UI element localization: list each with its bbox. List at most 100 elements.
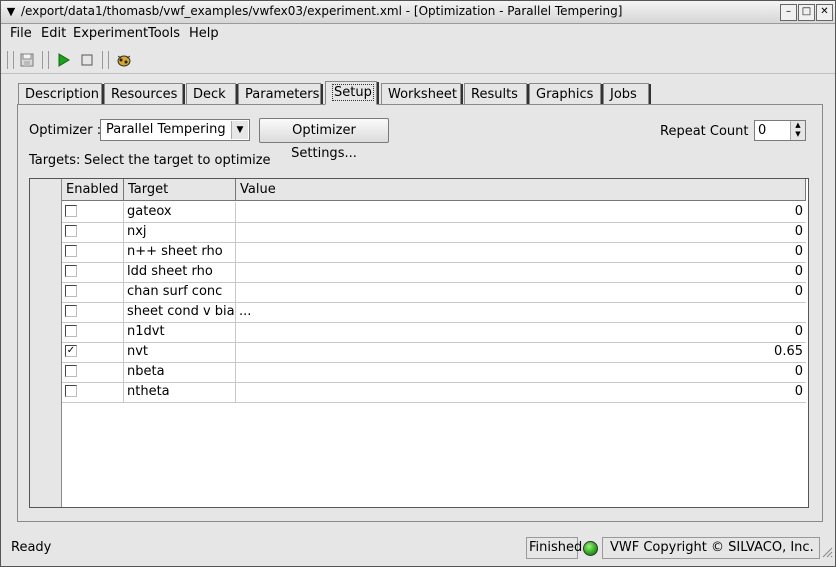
enabled-checkbox[interactable] [65,205,77,217]
enabled-cell [62,242,124,262]
target-cell[interactable]: n1dvt [124,322,236,342]
enabled-cell [62,302,124,322]
optimizer-label: Optimizer : [29,123,102,138]
target-cell[interactable]: n++ sheet rho [124,242,236,262]
debug-bug-icon[interactable] [115,52,133,68]
resize-grip-icon[interactable] [821,546,833,558]
menu-bar: File Edit Experiment Tools Help [1,24,835,46]
toolbar [1,47,835,74]
title-bar[interactable]: ▼ /export/data1/thomasb/vwf_examples/vwf… [1,1,835,24]
save-icon[interactable] [19,52,37,68]
chevron-down-icon[interactable]: ▼ [231,121,248,139]
targets-label: Targets: [29,153,81,168]
value-cell[interactable]: 0 [236,282,806,302]
table-row[interactable]: gateox 0 [62,202,806,223]
enabled-cell [62,382,124,402]
tab-setup[interactable]: Setup [325,81,379,105]
enabled-checkbox[interactable] [65,385,77,397]
table-row[interactable]: ntheta 0 [62,382,806,403]
table-row[interactable]: n1dvt 0 [62,322,806,343]
repeat-count-stepper[interactable]: 0 ▲ ▼ [754,120,806,141]
table-row[interactable]: sheet cond v bias... [62,302,806,323]
table-row[interactable]: n++ sheet rho 0 [62,242,806,263]
target-cell[interactable]: nvt [124,342,236,362]
target-cell[interactable]: sheet cond v bias [124,302,236,322]
toolbar-grip[interactable] [7,51,14,69]
menu-experiment[interactable]: Experiment [73,26,148,41]
table-row[interactable]: chan surf conc 0 [62,282,806,303]
tab-parameters[interactable]: Parameters [238,83,323,106]
target-cell[interactable]: ldd sheet rho [124,262,236,282]
enabled-checkbox[interactable] [65,305,77,317]
application-window: ▼ /export/data1/thomasb/vwf_examples/vwf… [0,0,836,567]
value-cell[interactable]: 0 [236,362,806,382]
repeat-count-label: Repeat Count : [660,124,758,139]
value-cell[interactable]: ... [236,302,806,322]
table-row[interactable]: nxj 0 [62,222,806,243]
target-cell[interactable]: nbeta [124,362,236,382]
value-cell[interactable]: 0 [236,242,806,262]
copyright-text: VWF Copyright © SILVACO, Inc. [602,537,820,559]
target-cell[interactable]: ntheta [124,382,236,402]
targets-hint: Select the target to optimize [84,153,271,168]
optimizer-select-value: Parallel Tempering [106,122,226,137]
column-header-enabled[interactable]: Enabled [62,179,124,201]
enabled-checkbox[interactable] [65,225,77,237]
stop-icon[interactable] [79,52,97,68]
enabled-checkbox[interactable] [65,365,77,377]
row-header-gutter [30,179,62,507]
value-cell[interactable]: 0.65 [236,342,806,362]
tab-worksheet[interactable]: Worksheet [381,83,463,106]
target-cell[interactable]: nxj [124,222,236,242]
enabled-cell: ✓ [62,342,124,362]
status-led-icon [583,541,598,556]
run-icon[interactable] [56,52,74,68]
enabled-cell [62,262,124,282]
minimize-button[interactable]: – [780,4,797,21]
value-cell[interactable]: 0 [236,262,806,282]
tab-results[interactable]: Results [464,83,529,106]
table-row[interactable]: ✓ nvt 0.65 [62,342,806,363]
enabled-cell [62,362,124,382]
menu-edit[interactable]: Edit [41,26,66,41]
tab-deck[interactable]: Deck [186,83,238,106]
column-header-value[interactable]: Value [236,179,806,201]
value-cell[interactable]: 0 [236,382,806,402]
value-cell[interactable]: 0 [236,202,806,222]
toolbar-separator [42,51,49,69]
column-header-target[interactable]: Target [124,179,236,201]
enabled-checkbox[interactable]: ✓ [65,345,77,357]
optimizer-select[interactable]: Parallel Tempering ▼ [100,119,250,141]
table-row[interactable]: ldd sheet rho 0 [62,262,806,283]
stepper-arrows-icon[interactable]: ▲ ▼ [790,121,805,140]
menu-file[interactable]: File [10,26,32,41]
enabled-checkbox[interactable] [65,285,77,297]
value-cell[interactable]: 0 [236,222,806,242]
enabled-cell [62,322,124,342]
target-cell[interactable]: gateox [124,202,236,222]
targets-table[interactable]: Enabled Target Value gateox 0 nxj 0 n++ shee… [29,178,809,508]
maximize-button[interactable]: □ [798,4,815,21]
value-cell[interactable]: 0 [236,322,806,342]
window-menu-icon[interactable]: ▼ [4,5,18,19]
enabled-cell [62,282,124,302]
tab-graphics[interactable]: Graphics [529,83,603,106]
tab-resources[interactable]: Resources [104,83,185,106]
enabled-cell [62,202,124,222]
enabled-checkbox[interactable] [65,325,77,337]
menu-help[interactable]: Help [189,26,219,41]
status-text: Ready [11,540,52,555]
optimizer-settings-button[interactable]: Optimizer Settings... [259,118,389,161]
tab-description[interactable]: Description [18,83,104,106]
job-state-label: Finished [526,537,582,559]
close-button[interactable]: ✕ [816,4,833,21]
table-row[interactable]: nbeta 0 [62,362,806,383]
toolbar-separator [102,51,109,69]
tab-jobs[interactable]: Jobs [603,83,651,106]
menu-tools[interactable]: Tools [148,26,180,41]
repeat-count-value: 0 [758,123,767,138]
enabled-cell [62,222,124,242]
enabled-checkbox[interactable] [65,245,77,257]
enabled-checkbox[interactable] [65,265,77,277]
target-cell[interactable]: chan surf conc [124,282,236,302]
